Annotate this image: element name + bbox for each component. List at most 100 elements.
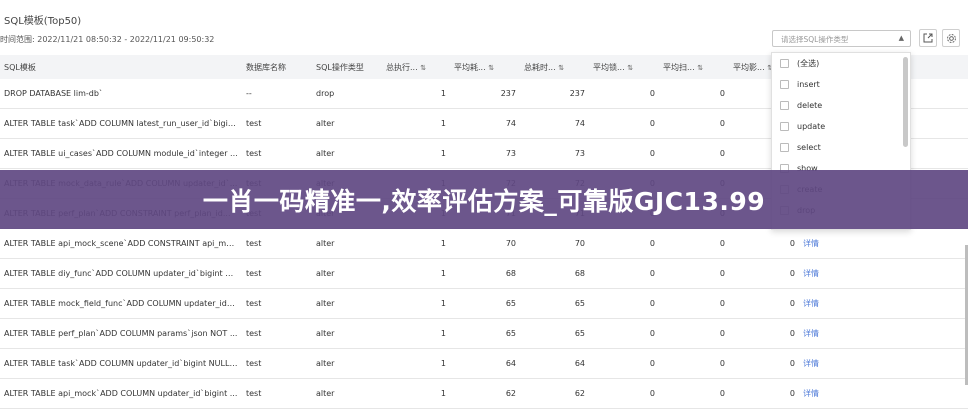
sort-icon[interactable]: ⇅ [697, 64, 703, 72]
type-cell: alter [312, 228, 382, 259]
checkbox[interactable] [780, 101, 789, 110]
col-scan-label: 平均扫... [663, 62, 695, 72]
type-cell: drop [312, 79, 382, 109]
table-row: ALTER TABLE api_mock`ADD COLUMN updater_… [0, 378, 968, 409]
count-cell: 1 [382, 288, 450, 319]
checkbox[interactable] [780, 59, 789, 68]
lock-cell: 0 [589, 348, 659, 379]
caret-up-icon: ▲ [898, 34, 904, 42]
count-cell: 1 [382, 79, 450, 109]
option-all[interactable]: (全选) [772, 53, 910, 74]
option-label: delete [797, 101, 823, 110]
checkbox[interactable] [780, 122, 789, 131]
sql-cell: DROP DATABASE lim-db` [0, 79, 242, 109]
scan-cell: 0 [659, 79, 729, 109]
col-lock-label: 平均锁... [593, 62, 625, 72]
option-label: insert [797, 80, 820, 89]
detail-link[interactable]: 详情 [799, 288, 968, 319]
detail-link[interactable]: 详情 [799, 228, 968, 259]
col-count[interactable]: 总执行... ⇅ [382, 55, 450, 79]
detail-link[interactable]: 详情 [799, 378, 968, 409]
sql-cell: ALTER TABLE diy_func`ADD COLUMN updater_… [0, 258, 242, 289]
col-db[interactable]: 数据库名称 [242, 55, 312, 79]
col-sql[interactable]: SQL模板 [0, 55, 242, 79]
sql-cell: ALTER TABLE mock_field_func`ADD COLUMN u… [0, 288, 242, 319]
db-cell: test [242, 138, 312, 169]
avg-cell: 237 [450, 79, 520, 109]
avg-cell: 62 [450, 378, 520, 409]
table-row: ALTER TABLE perf_plan`ADD COLUMN params`… [0, 318, 968, 349]
checkbox[interactable] [780, 80, 789, 89]
col-total[interactable]: 总耗时... ⇅ [520, 55, 589, 79]
sort-icon[interactable]: ⇅ [627, 64, 633, 72]
lock-cell: 0 [589, 228, 659, 259]
option-update[interactable]: update [772, 116, 910, 137]
settings-button[interactable] [942, 29, 960, 47]
dropdown-scrollbar[interactable] [903, 57, 908, 147]
type-cell: alter [312, 108, 382, 139]
count-cell: 1 [382, 258, 450, 289]
db-cell: test [242, 378, 312, 409]
detail-link[interactable]: 详情 [799, 348, 968, 379]
sort-icon[interactable]: ⇅ [488, 64, 494, 72]
col-avg[interactable]: 平均耗... ⇅ [450, 55, 520, 79]
lock-cell: 0 [589, 79, 659, 109]
checkbox[interactable] [780, 143, 789, 152]
sort-icon[interactable]: ⇅ [420, 64, 426, 72]
table-row: ALTER TABLE mock_field_func`ADD COLUMN u… [0, 288, 968, 319]
lock-cell: 0 [589, 138, 659, 169]
avg-cell: 68 [450, 258, 520, 289]
affect-cell: 0 [729, 378, 799, 409]
sql-cell: ALTER TABLE ui_cases`ADD COLUMN module_i… [0, 138, 242, 169]
col-scan[interactable]: 平均扫... ⇅ [659, 55, 729, 79]
export-icon [923, 33, 933, 43]
option-insert[interactable]: insert [772, 74, 910, 95]
sql-type-select[interactable]: 请选择SQL操作类型 ▲ [772, 30, 911, 47]
sql-type-placeholder: 请选择SQL操作类型 [781, 35, 849, 44]
db-cell: test [242, 348, 312, 379]
avg-cell: 65 [450, 318, 520, 349]
type-cell: alter [312, 288, 382, 319]
lock-cell: 0 [589, 258, 659, 289]
sort-icon[interactable]: ⇅ [558, 64, 564, 72]
db-cell: test [242, 318, 312, 349]
lock-cell: 0 [589, 108, 659, 139]
export-button[interactable] [919, 29, 937, 47]
type-cell: alter [312, 318, 382, 349]
total-cell: 73 [520, 138, 589, 169]
page-title: SQL模板(Top50) [4, 16, 82, 27]
col-type[interactable]: SQL操作类型 [312, 55, 382, 79]
count-cell: 1 [382, 378, 450, 409]
total-cell: 68 [520, 258, 589, 289]
option-select[interactable]: select [772, 137, 910, 158]
sql-cell: ALTER TABLE perf_plan`ADD COLUMN params`… [0, 318, 242, 349]
avg-cell: 70 [450, 228, 520, 259]
db-cell: test [242, 228, 312, 259]
scan-cell: 0 [659, 258, 729, 289]
option-delete[interactable]: delete [772, 95, 910, 116]
type-cell: alter [312, 138, 382, 169]
count-cell: 1 [382, 318, 450, 349]
scan-cell: 0 [659, 108, 729, 139]
type-cell: alter [312, 348, 382, 379]
type-cell: alter [312, 378, 382, 409]
col-lock[interactable]: 平均锁... ⇅ [589, 55, 659, 79]
scan-cell: 0 [659, 378, 729, 409]
affect-cell: 0 [729, 288, 799, 319]
option-label: update [797, 122, 826, 131]
affect-cell: 0 [729, 228, 799, 259]
time-range: 时间范围: 2022/11/21 08:50:32 - 2022/11/21 0… [0, 35, 215, 44]
total-cell: 62 [520, 378, 589, 409]
total-cell: 70 [520, 228, 589, 259]
db-cell: -- [242, 79, 312, 109]
col-affect-label: 平均影... [733, 62, 765, 72]
lock-cell: 0 [589, 288, 659, 319]
scan-cell: 0 [659, 138, 729, 169]
detail-link[interactable]: 详情 [799, 258, 968, 289]
detail-link[interactable]: 详情 [799, 318, 968, 349]
table-row: ALTER TABLE task`ADD COLUMN updater_id`b… [0, 348, 968, 379]
count-cell: 1 [382, 138, 450, 169]
avg-cell: 73 [450, 138, 520, 169]
option-label: (全选) [797, 59, 820, 68]
affect-cell: 0 [729, 258, 799, 289]
